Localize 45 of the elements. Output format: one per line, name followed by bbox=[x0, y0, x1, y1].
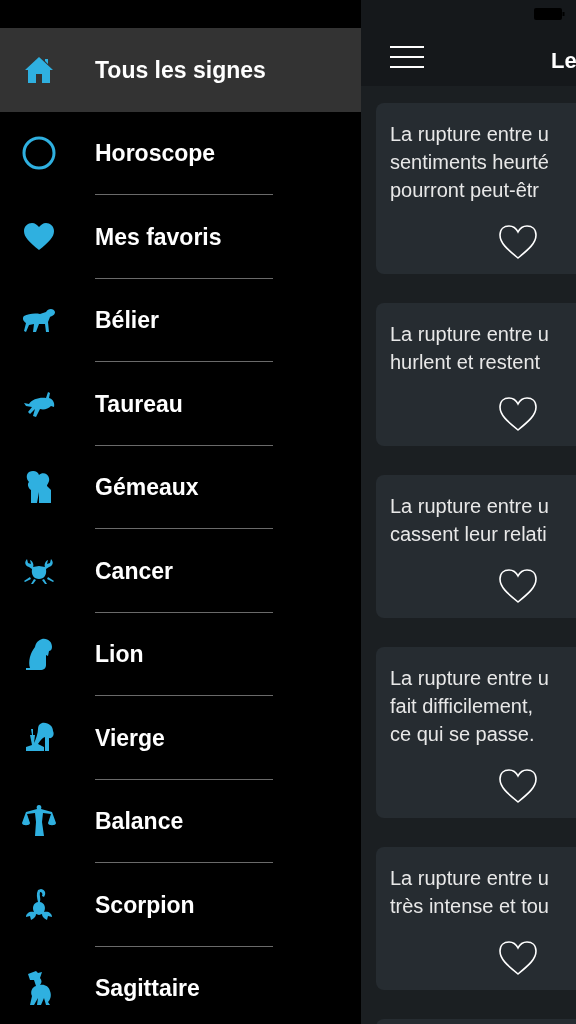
sidebar-label: Bélier bbox=[95, 306, 159, 335]
sidebar-label: Balance bbox=[95, 807, 184, 836]
ram-icon bbox=[22, 306, 56, 335]
sidebar-label: Horoscope bbox=[95, 139, 216, 168]
circle-icon bbox=[22, 136, 56, 171]
lion-icon bbox=[24, 637, 54, 672]
sidebar-label: Scorpion bbox=[95, 890, 195, 920]
sidebar-item[interactable]: Horoscope bbox=[0, 111, 361, 195]
sidebar-item[interactable]: Tous les signes bbox=[0, 28, 361, 112]
sidebar-label: Gémeaux bbox=[95, 473, 199, 502]
sidebar-label: Cancer bbox=[95, 556, 173, 586]
menu-icon[interactable] bbox=[390, 45, 424, 69]
sidebar-item[interactable]: Gémeaux bbox=[0, 445, 361, 529]
sidebar-label: Sagittaire bbox=[95, 974, 200, 1003]
sidebar-item[interactable]: Lion bbox=[0, 612, 361, 696]
sidebar-item[interactable]: Scorpion bbox=[0, 863, 361, 947]
heart-icon[interactable] bbox=[498, 768, 538, 804]
sidebar-label: Tous les signes bbox=[95, 55, 266, 85]
sidebar-item[interactable]: Balance bbox=[0, 779, 361, 863]
battery-icon bbox=[534, 8, 565, 20]
heart-icon bbox=[23, 222, 55, 251]
scales-icon bbox=[21, 804, 57, 839]
sidebar-label: Vierge bbox=[95, 723, 165, 753]
quote-text: La rupture entre u très intense et tou bbox=[390, 866, 550, 919]
sidebar-item[interactable]: Vierge bbox=[0, 696, 361, 780]
sidebar-item[interactable]: Sagittaire bbox=[0, 946, 361, 1024]
sidebar-label: Taureau bbox=[95, 389, 183, 419]
sidebar-item[interactable]: Cancer bbox=[0, 529, 361, 613]
scorpion-icon bbox=[23, 887, 55, 922]
quote-text: La rupture entre u sentiments heurté pourront peut-êtr bbox=[390, 122, 550, 203]
sidebar-item[interactable]: Bélier bbox=[0, 278, 361, 362]
header-title: Le bbox=[551, 47, 576, 75]
heart-icon[interactable] bbox=[498, 224, 538, 260]
quote-text: La rupture entre u hurlent et restent bbox=[390, 322, 550, 375]
sidebar-label: Mes favoris bbox=[95, 222, 222, 252]
quote-text: La rupture entre u fait difficilement, ce qui se passe. bbox=[390, 666, 550, 747]
heart-icon[interactable] bbox=[498, 568, 538, 604]
sidebar-label: Lion bbox=[95, 640, 144, 669]
heart-icon[interactable] bbox=[498, 940, 538, 976]
home-icon bbox=[24, 54, 54, 85]
quote-text: La rupture entre u cassent leur relati bbox=[390, 494, 550, 547]
heart-icon[interactable] bbox=[498, 396, 538, 432]
twins-icon bbox=[25, 470, 53, 505]
sidebar-item[interactable]: Mes favoris bbox=[0, 195, 361, 279]
sidebar-item[interactable]: Taureau bbox=[0, 362, 361, 446]
